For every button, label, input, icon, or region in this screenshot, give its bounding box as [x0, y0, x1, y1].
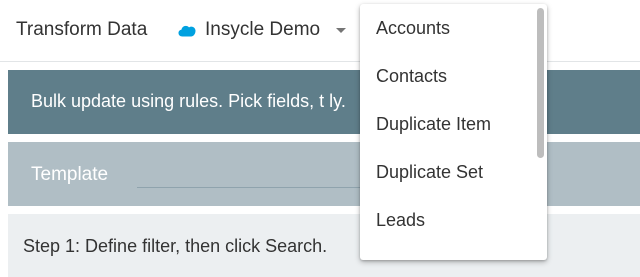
menu-item-duplicate-item[interactable]: Duplicate Item: [360, 100, 536, 148]
menu-item-leads[interactable]: Leads: [360, 196, 536, 244]
menu-item-duplicate-set[interactable]: Duplicate Set: [360, 148, 536, 196]
template-label: Template: [31, 164, 109, 185]
menu-item-accounts[interactable]: Accounts: [360, 4, 536, 52]
template-input[interactable]: [137, 160, 397, 188]
step-instruction: Step 1: Define filter, then click Search…: [23, 236, 328, 256]
menu-scrollbar[interactable]: [537, 8, 544, 158]
salesforce-cloud-icon: [178, 20, 196, 40]
object-dropdown-menu[interactable]: Accounts Contacts Duplicate Item Duplica…: [360, 4, 547, 260]
banner-text: Bulk update using rules. Pick fields, t …: [31, 91, 346, 111]
page-title: Transform Data: [16, 19, 148, 40]
menu-item-contacts[interactable]: Contacts: [360, 52, 536, 100]
caret-down-icon[interactable]: [336, 27, 347, 33]
org-name: Insycle Demo: [205, 19, 321, 40]
org-selector[interactable]: Insycle Demo: [178, 19, 347, 41]
